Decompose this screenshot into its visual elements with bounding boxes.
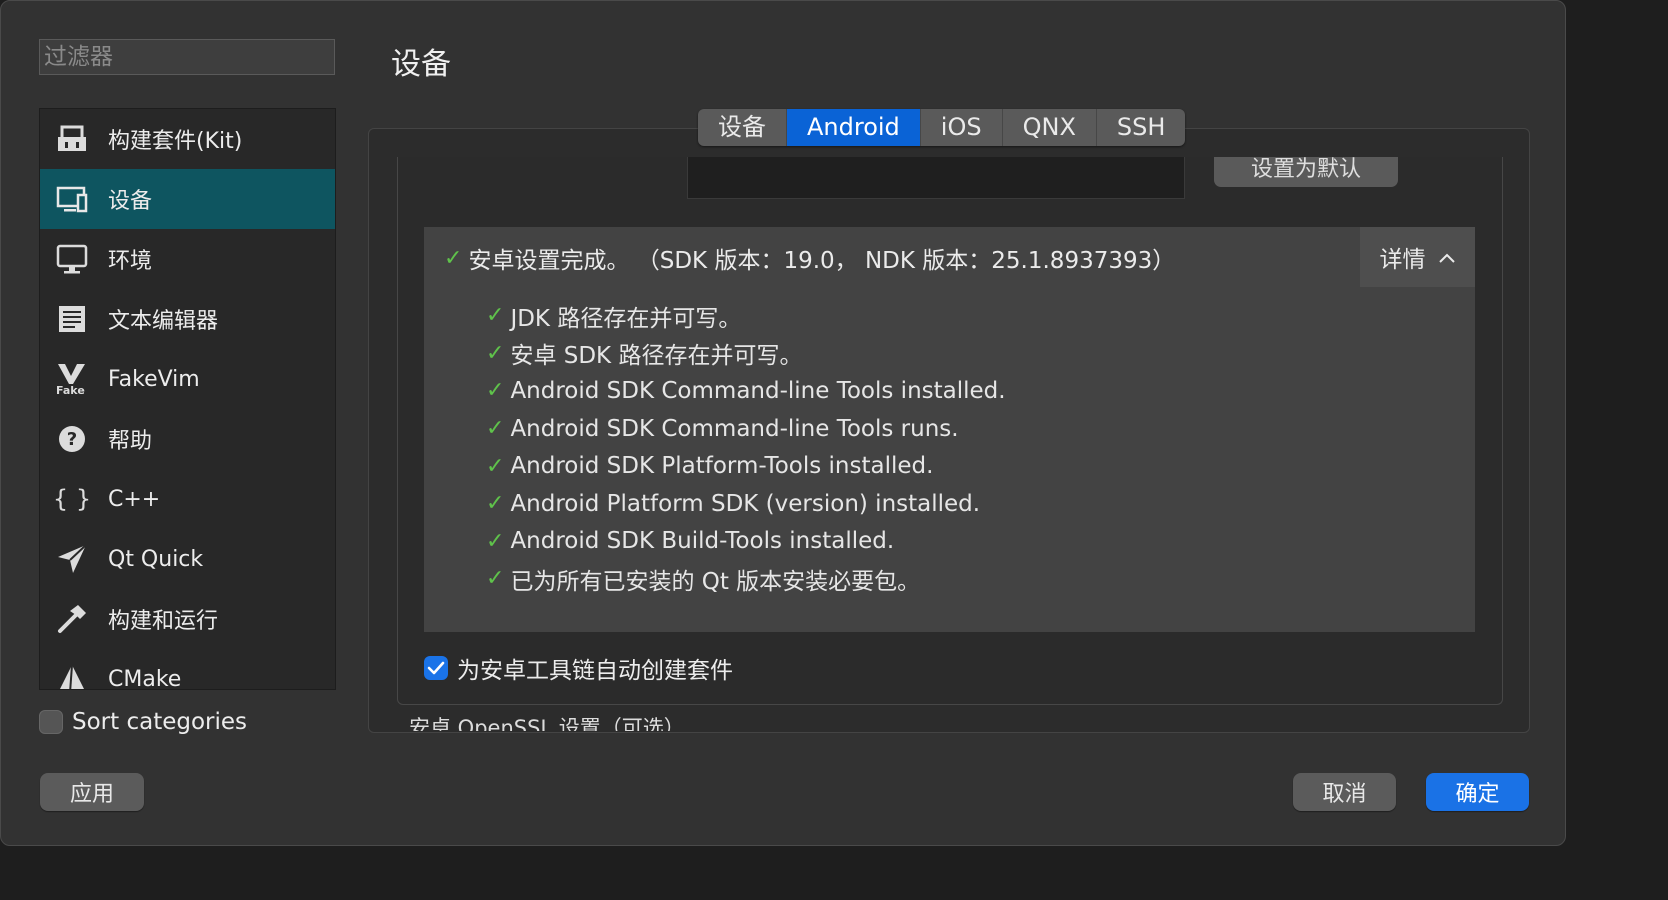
sidebar-item-help[interactable]: ? 帮助 — [40, 409, 335, 469]
sort-categories-checkbox[interactable]: Sort categories — [39, 709, 247, 735]
ok-button[interactable]: 确定 — [1426, 773, 1529, 811]
kit-icon — [54, 121, 90, 157]
list-item: ✓ 已为所有已安装的 Qt 版本安装必要包。 — [486, 560, 1006, 598]
list-item: ✓ Android SDK Build-Tools installed. — [486, 523, 1006, 561]
tab-ios[interactable]: iOS — [921, 109, 1003, 146]
sidebar-item-qtquick[interactable]: Qt Quick — [40, 529, 335, 589]
apply-button[interactable]: 应用 — [40, 773, 144, 811]
sidebar-item-label: C++ — [108, 486, 161, 512]
sidebar-item-label: Qt Quick — [108, 546, 204, 572]
details-label: 详情 — [1379, 247, 1426, 273]
check-icon: ✓ — [486, 453, 505, 479]
sidebar-item-environment[interactable]: 环境 — [40, 229, 335, 289]
tab-ssh[interactable]: SSH — [1097, 109, 1186, 146]
sidebar-item-kits[interactable]: 构建套件(Kit) — [40, 109, 335, 169]
check-icon: ✓ — [486, 491, 505, 517]
checkbox-box[interactable] — [39, 710, 63, 734]
category-sidebar: 构建套件(Kit) 设备 环境 文本编辑器 Fake FakeVim ? 帮助 … — [39, 108, 336, 690]
hammer-icon — [54, 601, 90, 637]
sidebar-item-label: 构建套件(Kit) — [108, 129, 243, 154]
set-default-button[interactable]: 设置为默认 — [1214, 157, 1398, 187]
list-item-text: 安卓 SDK 路径存在并可写。 — [510, 343, 803, 370]
list-item: ✓ Android Platform SDK (version) installe… — [486, 485, 1006, 523]
check-icon: ✓ — [486, 378, 505, 404]
sidebar-item-cmake[interactable]: CMake — [40, 649, 335, 690]
device-tabs: 设备 Android iOS QNX SSH — [698, 109, 1186, 146]
qtquick-icon — [54, 541, 90, 577]
checkbox-box[interactable] — [424, 656, 448, 680]
check-icon: ✓ — [486, 416, 505, 442]
sidebar-item-devices[interactable]: 设备 — [40, 169, 335, 229]
page-title: 设备 — [391, 47, 451, 82]
help-icon: ? — [54, 421, 90, 457]
sidebar-item-label: 设备 — [108, 189, 153, 214]
fakevim-icon: Fake — [54, 361, 90, 397]
sidebar-item-build-run[interactable]: 构建和运行 — [40, 589, 335, 649]
list-item-text: Android SDK Platform-Tools installed. — [510, 453, 934, 480]
android-setup-summary: ✓ 安卓设置完成。 （SDK 版本：19.0， NDK 版本：25.1.8937… — [424, 227, 1475, 632]
cmake-icon — [54, 661, 90, 689]
set-default-label: 设置为默认 — [1250, 157, 1361, 182]
list-item: ✓ JDK 路径存在并可写。 — [486, 297, 1006, 335]
sidebar-item-text-editor[interactable]: 文本编辑器 — [40, 289, 335, 349]
svg-text:Fake: Fake — [56, 384, 85, 396]
chevron-up-icon — [1438, 244, 1456, 270]
tab-qnx[interactable]: QNX — [1003, 109, 1097, 146]
list-item-text: Android Platform SDK (version) installed… — [510, 490, 981, 517]
list-item-text: 已为所有已安装的 Qt 版本安装必要包。 — [510, 568, 921, 595]
checkmark-icon — [427, 661, 445, 675]
sidebar-item-cpp[interactable]: { } C++ — [40, 469, 335, 529]
list-item-text: Android SDK Build-Tools installed. — [510, 528, 895, 555]
list-item-text: Android SDK Command-line Tools installed… — [510, 377, 1006, 404]
tab-devices[interactable]: 设备 — [698, 109, 787, 146]
svg-text:?: ? — [67, 429, 77, 450]
sort-categories-label: Sort categories — [72, 709, 248, 735]
summary-items: ✓ JDK 路径存在并可写。 ✓ 安卓 SDK 路径存在并可写。 ✓ Android … — [486, 297, 1006, 598]
details-toggle-button[interactable]: 详情 — [1360, 227, 1475, 287]
list-item: ✓ Android SDK Platform-Tools installed. — [486, 447, 1006, 485]
sidebar-item-label: 环境 — [108, 249, 153, 274]
check-icon: ✓ — [486, 566, 505, 592]
auto-create-kits-label: 为安卓工具链自动创建套件 — [457, 658, 733, 684]
sidebar-item-label: 构建和运行 — [108, 609, 219, 634]
sidebar-item-label: FakeVim — [108, 366, 200, 392]
braces-icon: { } — [52, 485, 92, 513]
list-item: ✓ Android SDK Command-line Tools installe… — [486, 372, 1006, 410]
check-icon: ✓ — [444, 245, 463, 271]
sidebar-item-label: 文本编辑器 — [108, 309, 219, 334]
preferences-window: 过滤器 构建套件(Kit) 设备 环境 文本编辑器 Fake FakeVim ?… — [0, 0, 1566, 846]
summary-headline: ✓ 安卓设置完成。 （SDK 版本：19.0， NDK 版本：25.1.8937… — [444, 241, 1175, 275]
check-icon: ✓ — [486, 303, 505, 329]
sdk-list-box[interactable] — [687, 157, 1185, 199]
list-item-text: JDK 路径存在并可写。 — [510, 305, 742, 332]
text-editor-icon — [54, 301, 90, 337]
cancel-button[interactable]: 取消 — [1293, 773, 1396, 811]
summary-headline-text: 安卓设置完成。 （SDK 版本：19.0， NDK 版本：25.1.893739… — [468, 248, 1176, 274]
check-icon: ✓ — [486, 528, 505, 554]
list-item: ✓ Android SDK Command-line Tools runs. — [486, 410, 1006, 448]
filter-input[interactable]: 过滤器 — [39, 39, 335, 75]
list-item: ✓ 安卓 SDK 路径存在并可写。 — [486, 335, 1006, 373]
display-icon — [54, 241, 90, 277]
check-icon: ✓ — [486, 340, 505, 366]
sidebar-item-label: 帮助 — [108, 429, 153, 454]
monitor-icon — [54, 181, 90, 217]
auto-create-kits-checkbox[interactable]: 为安卓工具链自动创建套件 — [424, 651, 733, 685]
sidebar-item-fakevim[interactable]: Fake FakeVim — [40, 349, 335, 409]
sidebar-item-label: CMake — [108, 666, 182, 690]
list-item-text: Android SDK Command-line Tools runs. — [510, 415, 959, 442]
tab-android[interactable]: Android — [787, 109, 921, 146]
openssl-section-title: 安卓 OpenSSL 设置（可选） — [409, 716, 685, 731]
